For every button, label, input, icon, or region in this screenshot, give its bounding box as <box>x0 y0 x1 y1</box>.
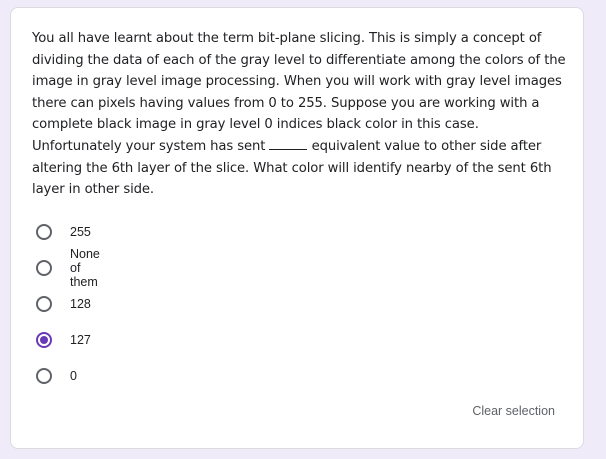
question-text: You all have learnt about the term bit-p… <box>32 28 566 201</box>
radio-button[interactable] <box>36 260 52 276</box>
radio-button-checked[interactable] <box>36 332 52 348</box>
option-127[interactable]: 127 <box>32 328 91 352</box>
radio-button[interactable] <box>36 296 52 312</box>
option-label: None of them <box>70 247 100 289</box>
option-128[interactable]: 128 <box>32 292 91 316</box>
option-255[interactable]: 255 <box>32 220 91 244</box>
clear-selection-button[interactable]: Clear selection <box>472 404 555 418</box>
answer-blank <box>269 137 308 150</box>
option-label: 128 <box>70 297 91 311</box>
option-0[interactable]: 0 <box>32 364 77 388</box>
option-label: 255 <box>70 225 91 239</box>
radio-button[interactable] <box>36 368 52 384</box>
option-label: 0 <box>70 369 77 383</box>
question-card: You all have learnt about the term bit-p… <box>10 7 584 449</box>
question-text-part-1: You all have learnt about the term bit-p… <box>32 31 566 154</box>
option-label: 127 <box>70 333 91 347</box>
radio-button[interactable] <box>36 224 52 240</box>
option-none-of-them[interactable]: None of them <box>32 247 100 289</box>
